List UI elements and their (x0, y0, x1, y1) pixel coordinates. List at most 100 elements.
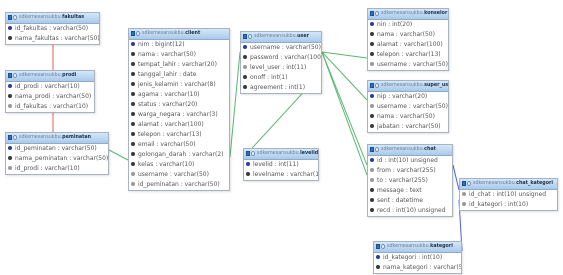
table-header[interactable]: sdkemesansukbu.super_user (368, 81, 448, 92)
field-row[interactable]: level_user : int(11) (241, 63, 321, 73)
primary-key-icon (370, 157, 374, 162)
field-row[interactable]: nama : varchar(50) (368, 112, 448, 122)
field-row[interactable]: nip : varchar(20) (368, 92, 448, 102)
foreign-key-icon (370, 103, 374, 108)
field-label: id_fakultas : varchar(50) (15, 25, 89, 32)
field-row[interactable]: id_kategori : int(10) (460, 200, 557, 210)
field-row[interactable]: id_kategori : int(10) (374, 253, 461, 263)
table-header[interactable]: sdkemesansukbu.chat_kategori (460, 179, 557, 190)
table-super-user[interactable]: sdkemesansukbu.super_user nip : varchar(… (367, 80, 449, 133)
field-row[interactable]: nama_peminatan : varchar(50) (6, 154, 108, 164)
relation-line-client-user (229, 51, 241, 158)
field-row[interactable]: jenis_kelamin : varchar(8) (129, 80, 229, 90)
table-icon (376, 244, 380, 249)
field-row[interactable]: onoff : int(1) (241, 73, 321, 83)
field-row[interactable]: message : text (368, 186, 452, 196)
field-label: email : varchar(50) (138, 141, 196, 148)
field-row[interactable]: kelas : varchar(10) (129, 160, 229, 170)
table-header[interactable]: sdkemesansukbu.prodi (6, 71, 94, 82)
field-row[interactable]: recd : int(10) unsigned (368, 206, 452, 216)
field-row[interactable]: jabatan : varchar(50) (368, 122, 448, 132)
relation-line-chat-user (321, 51, 368, 176)
field-row[interactable]: id_fakultas : varchar(10) (6, 102, 94, 112)
field-row[interactable]: nama_fakultas : varchar(50) (6, 34, 99, 44)
table-kategori[interactable]: sdkemesansukbu.kategori id_kategori : in… (373, 241, 462, 274)
field-row[interactable]: id_chat : int(10) unsigned (460, 190, 557, 200)
table-header[interactable]: sdkemesansukbu.levelid (244, 149, 318, 160)
field-row[interactable]: from : varchar(255) (368, 166, 452, 176)
field-row[interactable]: to : varchar(255) (368, 176, 452, 186)
field-label: sent : datetime (377, 197, 423, 204)
field-row[interactable]: id_peminatan : varchar(50) (129, 180, 229, 190)
field-row[interactable]: tempat_lahir : varchar(20) (129, 60, 229, 70)
field-label: to : varchar(255) (377, 177, 428, 184)
field-row[interactable]: username : varchar(50) (368, 60, 448, 70)
field-row[interactable]: nama : varchar(50) (368, 30, 448, 40)
field-row[interactable]: sent : datetime (368, 196, 452, 206)
field-label: id_kategori : int(10) (383, 254, 443, 261)
field-row[interactable]: nin : int(20) (368, 20, 448, 30)
field-row[interactable]: id_peminatan : varchar(50) (6, 144, 108, 154)
field-label: id_fakultas : varchar(10) (15, 103, 89, 110)
field-row[interactable]: warga_negara : varchar(3) (129, 110, 229, 120)
primary-key-icon (8, 83, 12, 88)
field-label: nim : bigint(12) (138, 41, 185, 48)
table-peminatan[interactable]: sdkemesansukbu.peminatan id_peminatan : … (5, 132, 109, 175)
field-row[interactable]: telepon : varchar(13) (368, 50, 448, 60)
table-header[interactable]: sdkemesansukbu.konselor (368, 9, 448, 20)
field-row[interactable]: username : varchar(50) (241, 43, 321, 53)
field-icon (8, 155, 12, 160)
field-label: id_peminatan : varchar(50) (138, 181, 220, 188)
foreign-key-icon (370, 167, 374, 172)
db-icon (375, 83, 379, 88)
field-row[interactable]: id : int(10) unsigned (368, 156, 452, 166)
field-label: agreement : int(1) (250, 84, 306, 91)
db-prefix: sdkemesansukbu (381, 11, 423, 16)
field-row[interactable]: alamat : varchar(100) (129, 120, 229, 130)
table-prodi[interactable]: sdkemesansukbu.prodi id_prodi : varchar(… (5, 70, 95, 113)
field-icon (8, 35, 12, 40)
table-user[interactable]: sdkemesansukbu.user username : varchar(5… (240, 31, 322, 94)
table-konselor[interactable]: sdkemesansukbu.konselor nin : int(20) nam… (367, 8, 449, 71)
field-label: onoff : int(1) (250, 74, 288, 81)
field-row[interactable]: id_prodi : varchar(10) (6, 82, 94, 92)
field-row[interactable]: levelid : int(11) (244, 160, 318, 170)
db-prefix: sdkemesansukbu (381, 147, 423, 152)
field-row[interactable]: levelname : varchar(15) (244, 170, 318, 180)
field-row[interactable]: status : varchar(20) (129, 100, 229, 110)
table-header[interactable]: sdkemesansukbu.user (241, 32, 321, 43)
field-row[interactable]: telepon : varchar(13) (129, 130, 229, 140)
table-header[interactable]: sdkemesansukbu.fakultas (6, 13, 99, 24)
field-row[interactable]: agama : varchar(10) (129, 90, 229, 100)
field-label: jabatan : varchar(50) (377, 123, 441, 130)
field-row[interactable]: password : varchar(100) (241, 53, 321, 63)
table-header[interactable]: sdkemesansukbu.chat (368, 145, 452, 156)
table-header[interactable]: sdkemesansukbu.peminatan (6, 133, 108, 144)
table-chat-kategori[interactable]: sdkemesansukbu.chat_kategori id_chat : i… (459, 178, 558, 211)
field-row[interactable]: golongan_darah : varchar(2) (129, 150, 229, 160)
field-row[interactable]: nama_kategori : varchar(50) (374, 263, 461, 273)
field-label: nama_peminatan : varchar(50) (15, 155, 108, 162)
table-levelid[interactable]: sdkemesansukbu.levelid levelid : int(11)… (243, 148, 319, 181)
table-name: levelid (300, 151, 318, 156)
primary-key-icon (8, 25, 12, 30)
field-row[interactable]: alamat : varchar(100) (368, 40, 448, 50)
field-icon (131, 121, 135, 126)
table-client[interactable]: sdkemesansukbu.client nim : bigint(12) na… (128, 28, 230, 191)
field-row[interactable]: tanggal_lahir : date (129, 70, 229, 80)
field-row[interactable]: nim : bigint(12) (129, 40, 229, 50)
field-row[interactable]: agreement : int(1) (241, 83, 321, 93)
primary-key-icon (376, 254, 380, 259)
table-fakultas[interactable]: sdkemesansukbu.fakultas id_fakultas : va… (5, 12, 100, 45)
field-row[interactable]: email : varchar(50) (129, 140, 229, 150)
field-row[interactable]: id_fakultas : varchar(50) (6, 24, 99, 34)
table-chat[interactable]: sdkemesansukbu.chat id : int(10) unsigne… (367, 144, 453, 217)
field-row[interactable]: nama : varchar(50) (129, 50, 229, 60)
field-row[interactable]: nama_prodi : varchar(50) (6, 92, 94, 102)
field-row[interactable]: username : varchar(50) (368, 102, 448, 112)
table-header[interactable]: sdkemesansukbu.kategori (374, 242, 461, 253)
field-row[interactable]: username : varchar(50) (129, 170, 229, 180)
field-row[interactable]: id_prodi : varchar(10) (6, 164, 108, 174)
db-icon (375, 147, 379, 152)
table-header[interactable]: sdkemesansukbu.client (129, 29, 229, 40)
